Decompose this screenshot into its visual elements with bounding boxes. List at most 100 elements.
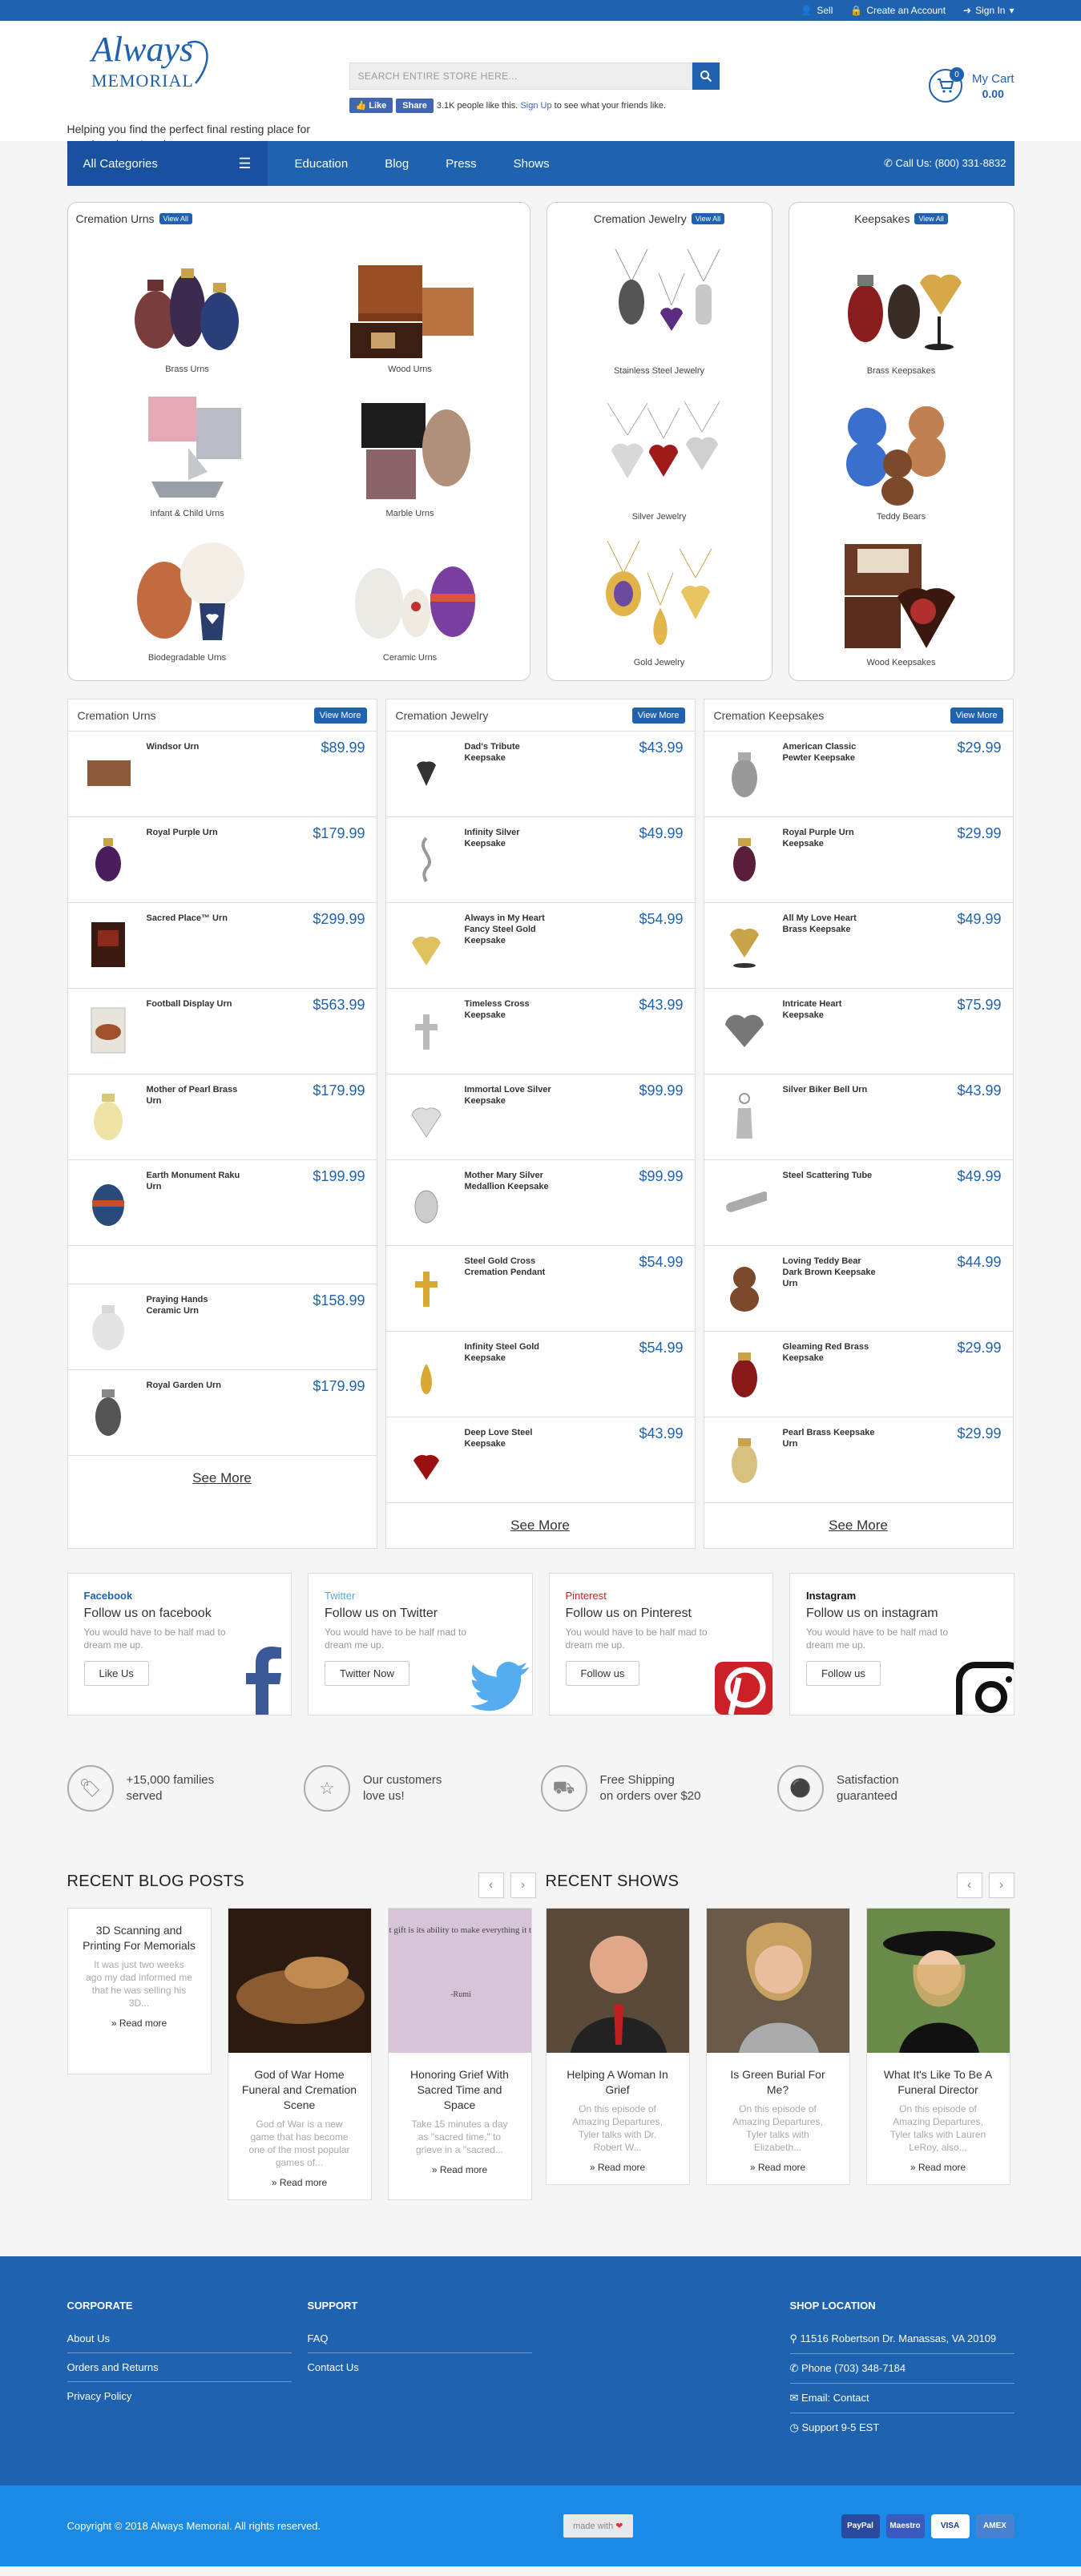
read-more-link[interactable]: » Read more — [867, 2154, 1010, 2184]
product-name[interactable]: Windsor Urn — [147, 741, 243, 752]
product-row[interactable]: Praying Hands Ceramic Urn $158.99 — [67, 1284, 377, 1370]
category-tile-wood-keepsakes[interactable]: Wood Keepsakes — [797, 530, 1006, 667]
next-arrow-button[interactable]: › — [988, 1873, 1014, 1898]
category-tile-biodegradable-urns[interactable]: Biodegradable Urns — [76, 526, 299, 663]
product-row[interactable]: Always in My Heart Fancy Steel Gold Keep… — [385, 903, 695, 989]
view-all-button[interactable]: View All — [159, 213, 192, 224]
view-more-button[interactable]: View More — [631, 707, 685, 724]
footer-link-about-us[interactable]: About Us — [67, 2332, 292, 2353]
search-input[interactable]: SEARCH ENTIRE STORE HERE... — [349, 62, 692, 90]
product-row[interactable]: Mother Mary Silver Medallion Keepsake $99… — [385, 1160, 695, 1246]
category-tile-brass-keepsakes[interactable]: Brass Keepsakes — [797, 238, 1006, 376]
footer-link-privacy[interactable]: Privacy Policy — [67, 2390, 292, 2410]
product-row[interactable]: Pearl Brass Keepsake Urn $29.99 — [704, 1417, 1013, 1503]
product-row[interactable]: Royal Garden Urn $179.99 — [67, 1370, 377, 1456]
product-row[interactable]: Sacred Place™ Urn $299.99 — [67, 903, 377, 989]
nav-link-shows[interactable]: Shows — [514, 157, 550, 171]
fb-signup-link[interactable]: Sign Up — [520, 101, 551, 111]
read-more-link[interactable]: » Read more — [547, 2154, 689, 2184]
card-title[interactable]: What It's Like To Be A Funeral Director — [867, 2053, 1010, 2102]
show-card[interactable]: What It's Like To Be A Funeral Director … — [865, 1908, 1010, 2185]
footer-link-faq[interactable]: FAQ — [307, 2332, 532, 2353]
product-name[interactable]: Royal Purple Urn — [147, 827, 243, 838]
product-name[interactable]: Loving Teddy Bear Dark Brown Keepsake Ur… — [783, 1256, 879, 1289]
category-tile-wood-urns[interactable]: Wood Urns — [299, 238, 522, 374]
prev-arrow-button[interactable]: ‹ — [478, 1873, 504, 1898]
product-row[interactable]: Intricate Heart Keepsake $75.99 — [704, 989, 1013, 1074]
category-tile-brass-urns[interactable]: Brass Urns — [76, 238, 299, 374]
blog-card[interactable]: God of War Home Funeral and Cremation Sc… — [227, 1908, 372, 2200]
product-name[interactable]: Mother of Pearl Brass Urn — [147, 1084, 243, 1107]
like-us-button[interactable]: Like Us — [83, 1661, 149, 1686]
product-name[interactable]: Pearl Brass Keepsake Urn — [783, 1427, 879, 1449]
blog-card[interactable]: 3D Scanning and Printing For Memorials I… — [67, 1908, 212, 2074]
prev-arrow-button[interactable]: ‹ — [956, 1873, 982, 1898]
category-tile-infant-child-urns[interactable]: Infant & Child Urns — [76, 382, 299, 518]
product-name[interactable]: American Classic Pewter Keepsake — [783, 741, 879, 764]
product-row[interactable]: Infinity Silver Keepsake $49.99 — [385, 817, 695, 903]
category-tile-gold-jewelry[interactable]: Gold Jewelry — [555, 530, 764, 667]
product-name[interactable]: Praying Hands Ceramic Urn — [147, 1294, 243, 1316]
read-more-link[interactable]: » Read more — [389, 2156, 531, 2187]
product-row[interactable]: Silver Biker Bell Urn $43.99 — [704, 1074, 1013, 1160]
sell-link[interactable]: 👤 Sell — [801, 5, 833, 16]
view-all-button[interactable]: View All — [914, 213, 948, 224]
product-row[interactable]: Deep Love Steel Keepsake $43.99 — [385, 1417, 695, 1503]
fb-like-button[interactable]: 👍 Like — [349, 98, 393, 113]
product-name[interactable]: Dad's Tribute Keepsake — [465, 741, 561, 764]
product-name[interactable]: Infinity Silver Keepsake — [465, 827, 561, 849]
product-name[interactable]: Sacred Place™ Urn — [147, 913, 243, 924]
product-name[interactable]: Steel Scattering Tube — [783, 1170, 879, 1181]
product-name[interactable]: Timeless Cross Keepsake — [465, 998, 561, 1021]
nav-link-education[interactable]: Education — [295, 157, 349, 171]
mini-cart[interactable]: 0 My Cart 0.00 — [929, 67, 1014, 103]
product-row[interactable]: All My Love Heart Brass Keepsake $49.99 — [704, 903, 1013, 989]
see-more-link[interactable]: See More — [386, 1503, 695, 1548]
show-card[interactable]: Is Green Burial For Me? On this episode … — [705, 1908, 850, 2185]
product-row[interactable]: Royal Purple Urn Keepsake $29.99 — [704, 817, 1013, 903]
product-row[interactable]: Loving Teddy Bear Dark Brown Keepsake Ur… — [704, 1246, 1013, 1332]
fb-share-button[interactable]: Share — [396, 98, 434, 113]
footer-link-contact[interactable]: Contact Us — [308, 2361, 532, 2381]
product-row[interactable]: Steel Scattering Tube $49.99 — [704, 1160, 1013, 1246]
card-title[interactable]: Honoring Grief With Sacred Time and Spac… — [389, 2053, 531, 2118]
nav-link-press[interactable]: Press — [446, 157, 476, 171]
product-name[interactable]: Royal Garden Urn — [147, 1380, 243, 1391]
product-name[interactable]: Immortal Love Silver Keepsake — [465, 1084, 561, 1107]
show-card[interactable]: Helping A Woman In Grief On this episode… — [545, 1908, 690, 2185]
read-more-link[interactable]: » Read more — [707, 2154, 849, 2184]
see-more-link[interactable]: See More — [68, 1456, 377, 1501]
blog-card[interactable]: Love's greatest gift is its ability to m… — [387, 1908, 532, 2200]
product-name[interactable]: Infinity Steel Gold Keepsake — [465, 1341, 561, 1364]
next-arrow-button[interactable]: › — [510, 1873, 536, 1898]
twitter-now-button[interactable]: Twitter Now — [325, 1661, 409, 1686]
product-name[interactable]: Steel Gold Cross Cremation Pendant — [465, 1256, 561, 1278]
create-account-link[interactable]: 🔒 Create an Account — [850, 5, 946, 16]
product-row[interactable]: Dad's Tribute Keepsake $43.99 — [385, 732, 695, 817]
nav-link-blog[interactable]: Blog — [385, 157, 409, 171]
product-row[interactable]: Infinity Steel Gold Keepsake $54.99 — [385, 1332, 695, 1417]
product-name[interactable]: Gleaming Red Brass Keepsake — [783, 1341, 879, 1364]
pinterest-follow-button[interactable]: Follow us — [565, 1661, 640, 1686]
search-button[interactable] — [692, 62, 720, 90]
sign-in-link[interactable]: ➜ Sign In ▾ — [963, 5, 1014, 16]
product-row[interactable]: Football Display Urn $563.99 — [67, 989, 377, 1074]
product-row[interactable]: Immortal Love Silver Keepsake $99.99 — [385, 1074, 695, 1160]
product-name[interactable]: Earth Monument Raku Urn — [147, 1170, 243, 1192]
product-row[interactable]: Gleaming Red Brass Keepsake $29.99 — [704, 1332, 1013, 1417]
category-tile-stainless-steel-jewelry[interactable]: Stainless Steel Jewelry — [555, 238, 764, 376]
category-tile-teddy-bears[interactable]: Teddy Bears — [797, 384, 1006, 522]
instagram-follow-button[interactable]: Follow us — [806, 1661, 881, 1686]
product-name[interactable]: Silver Biker Bell Urn — [783, 1084, 879, 1095]
product-name[interactable]: Intricate Heart Keepsake — [783, 998, 879, 1021]
card-title[interactable]: Helping A Woman In Grief — [547, 2053, 689, 2102]
read-more-link[interactable]: » Read more — [228, 2169, 371, 2199]
product-name[interactable]: Football Display Urn — [147, 998, 243, 1010]
view-all-button[interactable]: View All — [691, 213, 725, 224]
product-row[interactable]: Mother of Pearl Brass Urn $179.99 — [67, 1074, 377, 1160]
product-row[interactable]: Earth Monument Raku Urn $199.99 — [67, 1160, 377, 1246]
card-title[interactable]: Is Green Burial For Me? — [707, 2053, 849, 2102]
category-tile-ceramic-urns[interactable]: Ceramic Urns — [299, 526, 522, 663]
all-categories-menu[interactable]: All Categories ☰ — [67, 141, 268, 186]
category-tile-silver-jewelry[interactable]: Silver Jewelry — [555, 384, 764, 522]
